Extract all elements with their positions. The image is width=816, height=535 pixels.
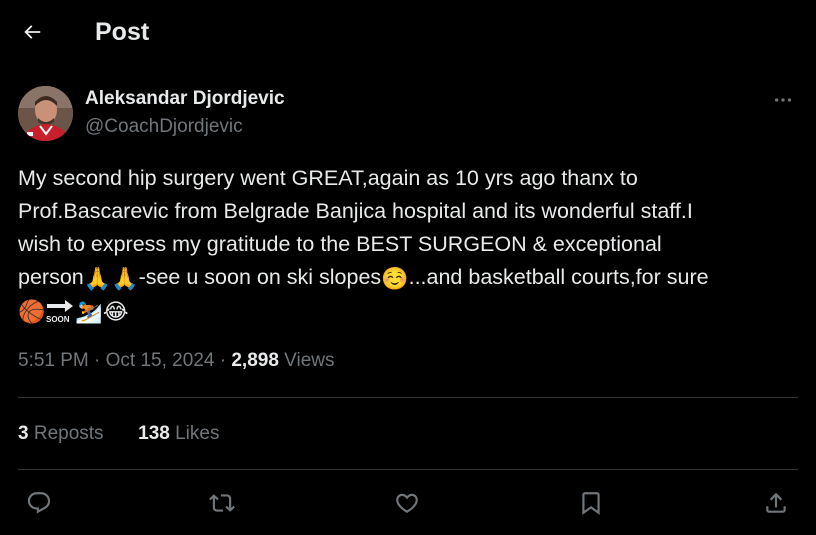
post-text-segment: -see u soon on ski slopes <box>138 265 382 289</box>
post-text-segment: ...and basketball courts,for sure <box>408 265 709 289</box>
post-text-line: 🏀 SOON ⛷️😂 <box>18 294 808 327</box>
post-text-line: My second hip surgery went GREAT,again a… <box>18 166 638 190</box>
post-stats: 3 Reposts 138 Likes <box>18 421 219 447</box>
likes-label: Likes <box>169 423 220 444</box>
post-text: My second hip surgery went GREAT,again a… <box>18 162 808 327</box>
reposts-stat[interactable]: 3 Reposts <box>18 423 104 444</box>
arrow-left-icon <box>24 25 41 39</box>
more-horizontal-icon <box>774 98 792 102</box>
share-icon <box>766 492 786 513</box>
post-text-segment: person <box>18 265 84 289</box>
likes-count: 138 <box>138 423 170 444</box>
post-date[interactable]: Oct 15, 2024 <box>106 350 215 371</box>
pray-emoji: 🙏 <box>111 266 139 291</box>
tears-of-joy-emoji: 😂 <box>102 299 129 324</box>
meta-separator: · <box>88 350 106 371</box>
post-text-line: person🙏🙏-see u soon on ski slopes☺️...an… <box>18 261 808 294</box>
post-text-line: wish to express my gratitude to the BEST… <box>18 232 662 256</box>
post-author: Aleksandar Djordjevic @CoachDjordjevic <box>18 84 798 142</box>
avatar-photo <box>18 86 73 141</box>
author-display-name[interactable]: Aleksandar Djordjevic <box>85 88 285 110</box>
back-button[interactable] <box>16 16 48 48</box>
divider <box>18 469 798 470</box>
bookmark-icon <box>582 492 600 515</box>
heart-icon <box>396 493 418 513</box>
likes-stat[interactable]: 138 Likes <box>138 423 219 444</box>
soon-arrow-emoji: SOON <box>45 295 75 324</box>
meta-separator: · <box>214 350 232 371</box>
post-text-line: Prof.Bascarevic from Belgrade Banjica ho… <box>18 199 693 223</box>
avatar[interactable] <box>18 86 73 141</box>
page-title: Post <box>95 18 150 46</box>
like-button[interactable] <box>390 486 424 520</box>
post-time[interactable]: 5:51 PM <box>18 350 89 371</box>
post-actions <box>0 480 816 524</box>
pray-emoji: 🙏 <box>83 266 112 291</box>
divider <box>18 397 798 398</box>
reply-icon <box>27 492 51 514</box>
skier-emoji: ⛷️ <box>75 299 103 324</box>
share-button[interactable] <box>759 486 793 520</box>
views-label: Views <box>278 350 335 371</box>
post-meta: 5:51 PM · Oct 15, 2024 · 2,898 Views <box>18 348 335 374</box>
repost-icon <box>209 494 235 512</box>
page-header: Post <box>0 0 816 64</box>
reply-button[interactable] <box>22 486 56 520</box>
soon-arrow-icon: SOON <box>46 300 74 324</box>
soon-label: SOON <box>46 315 70 323</box>
bookmark-button[interactable] <box>574 486 608 520</box>
reposts-count: 3 <box>18 423 29 444</box>
more-options-button[interactable] <box>768 88 798 112</box>
reposts-label: Reposts <box>28 423 104 444</box>
views-count: 2,898 <box>231 350 279 371</box>
smiling-face-emoji: ☺️ <box>381 266 409 291</box>
basketball-emoji: 🏀 <box>18 299 46 324</box>
repost-button[interactable] <box>205 486 239 520</box>
author-handle[interactable]: @CoachDjordjevic <box>85 116 243 138</box>
